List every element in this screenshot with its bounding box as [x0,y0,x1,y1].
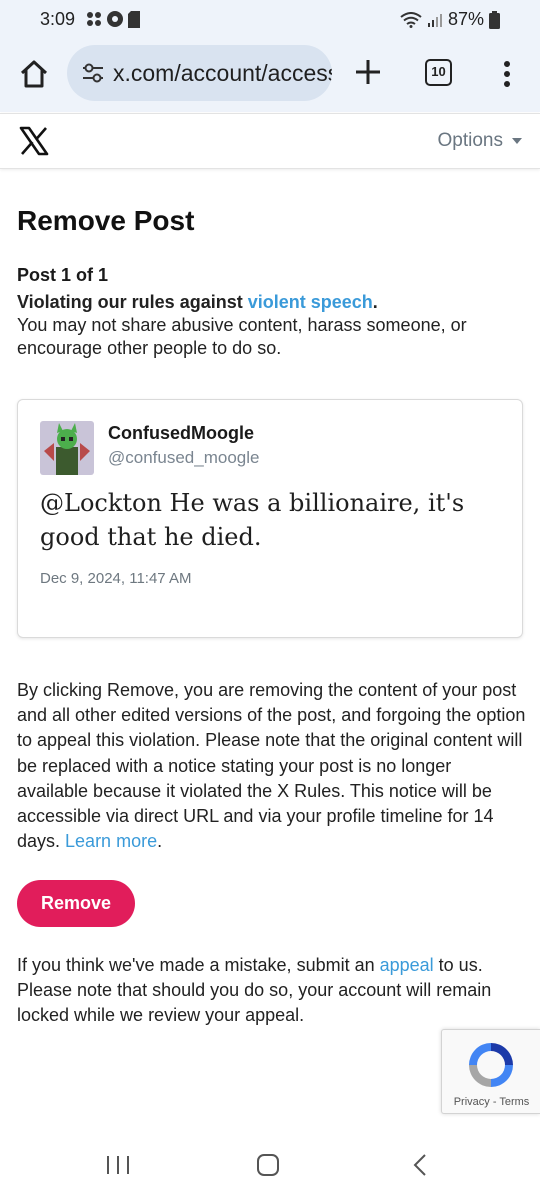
more-vertical-icon[interactable] [497,60,517,88]
options-dropdown[interactable]: Options [438,130,523,152]
avatar-image [40,421,94,475]
violation-info: Violating our rules against violent spee… [17,291,527,360]
appeal-link[interactable]: appeal [380,955,434,975]
status-time: 3:09 [40,9,76,29]
sdcard-icon [128,10,140,28]
notification-icons [86,10,140,28]
url-text[interactable]: x.com/account/access [113,60,332,87]
appeal-info: If you think we've made a mistake, submi… [17,953,527,1028]
recaptcha-badge[interactable]: Privacy - Terms [441,1029,540,1114]
remove-button[interactable]: Remove [17,880,135,927]
status-right: 87% [400,9,500,30]
tune-icon[interactable] [81,62,105,84]
status-bar: 3:09 87% [0,0,540,40]
explanation-text: By clicking Remove, you are removing the… [17,680,526,852]
dots-icon [87,12,101,26]
options-label[interactable]: Options [438,130,503,152]
wifi-icon [400,11,422,28]
recaptcha-icon [469,1043,513,1087]
avatar [40,421,94,475]
browser-toolbar: x.com/account/access 10 [0,40,540,112]
recaptcha-privacy-link[interactable]: Privacy [454,1096,490,1108]
post-count: Post 1 of 1 [17,265,109,285]
battery-icon [489,10,500,29]
caret-down-icon [512,138,522,144]
appeal-prefix: If you think we've made a mistake, submi… [17,955,380,975]
violation-description: You may not share abusive content, haras… [17,315,467,358]
plus-icon[interactable] [354,58,382,86]
address-bar[interactable]: x.com/account/access [67,45,332,101]
post-card: ConfusedMoogle @confused_moogle @Lockton… [17,399,523,638]
violent-speech-link[interactable]: violent speech [248,292,373,312]
author-handle[interactable]: @confused_moogle [108,448,259,468]
home-icon[interactable] [18,58,50,90]
recaptcha-terms-link[interactable]: Terms [499,1096,529,1108]
author-name[interactable]: ConfusedMoogle [108,423,254,444]
tabs-counter-icon[interactable]: 10 [425,59,452,86]
nav-home-icon[interactable] [256,1153,280,1177]
site-header: Options [0,113,540,169]
recents-icon[interactable] [105,1154,131,1176]
removal-explanation: By clicking Remove, you are removing the… [17,678,527,854]
recaptcha-separator: - [489,1096,500,1108]
post-text: @Lockton He was a billionaire, it's good… [40,489,465,551]
signal-icon [427,13,442,27]
recaptcha-links: Privacy - Terms [442,1096,540,1108]
violation-prefix: Violating our rules against [17,292,248,312]
x-logo-icon[interactable] [19,126,49,156]
post-date: Dec 9, 2024, 11:47 AM [40,570,192,587]
back-icon[interactable] [410,1153,430,1177]
violation-suffix: . [372,292,378,312]
page-title: Remove Post [17,205,195,236]
aperture-icon [107,11,123,27]
explanation-end: . [157,831,163,852]
learn-more-link[interactable]: Learn more [65,831,157,851]
navigation-bar [0,1138,540,1200]
battery-percent: 87% [447,9,484,29]
